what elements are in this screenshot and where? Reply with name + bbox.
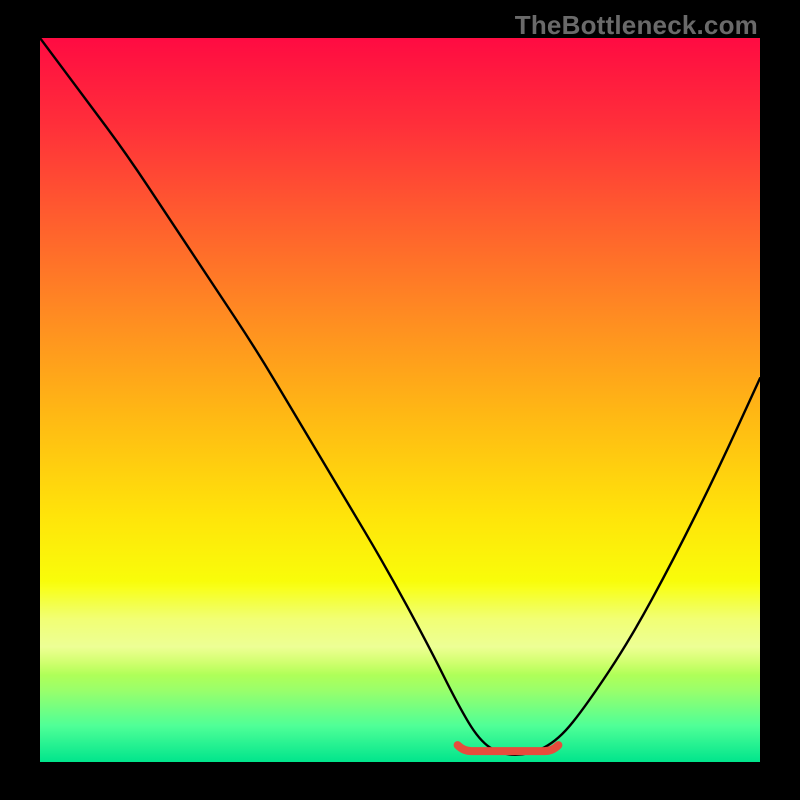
highlight-band (40, 581, 760, 675)
chart-frame: TheBottleneck.com (0, 0, 800, 800)
optimal-range-marker (458, 745, 559, 751)
plot-area (40, 38, 760, 762)
watermark-text: TheBottleneck.com (515, 10, 758, 41)
